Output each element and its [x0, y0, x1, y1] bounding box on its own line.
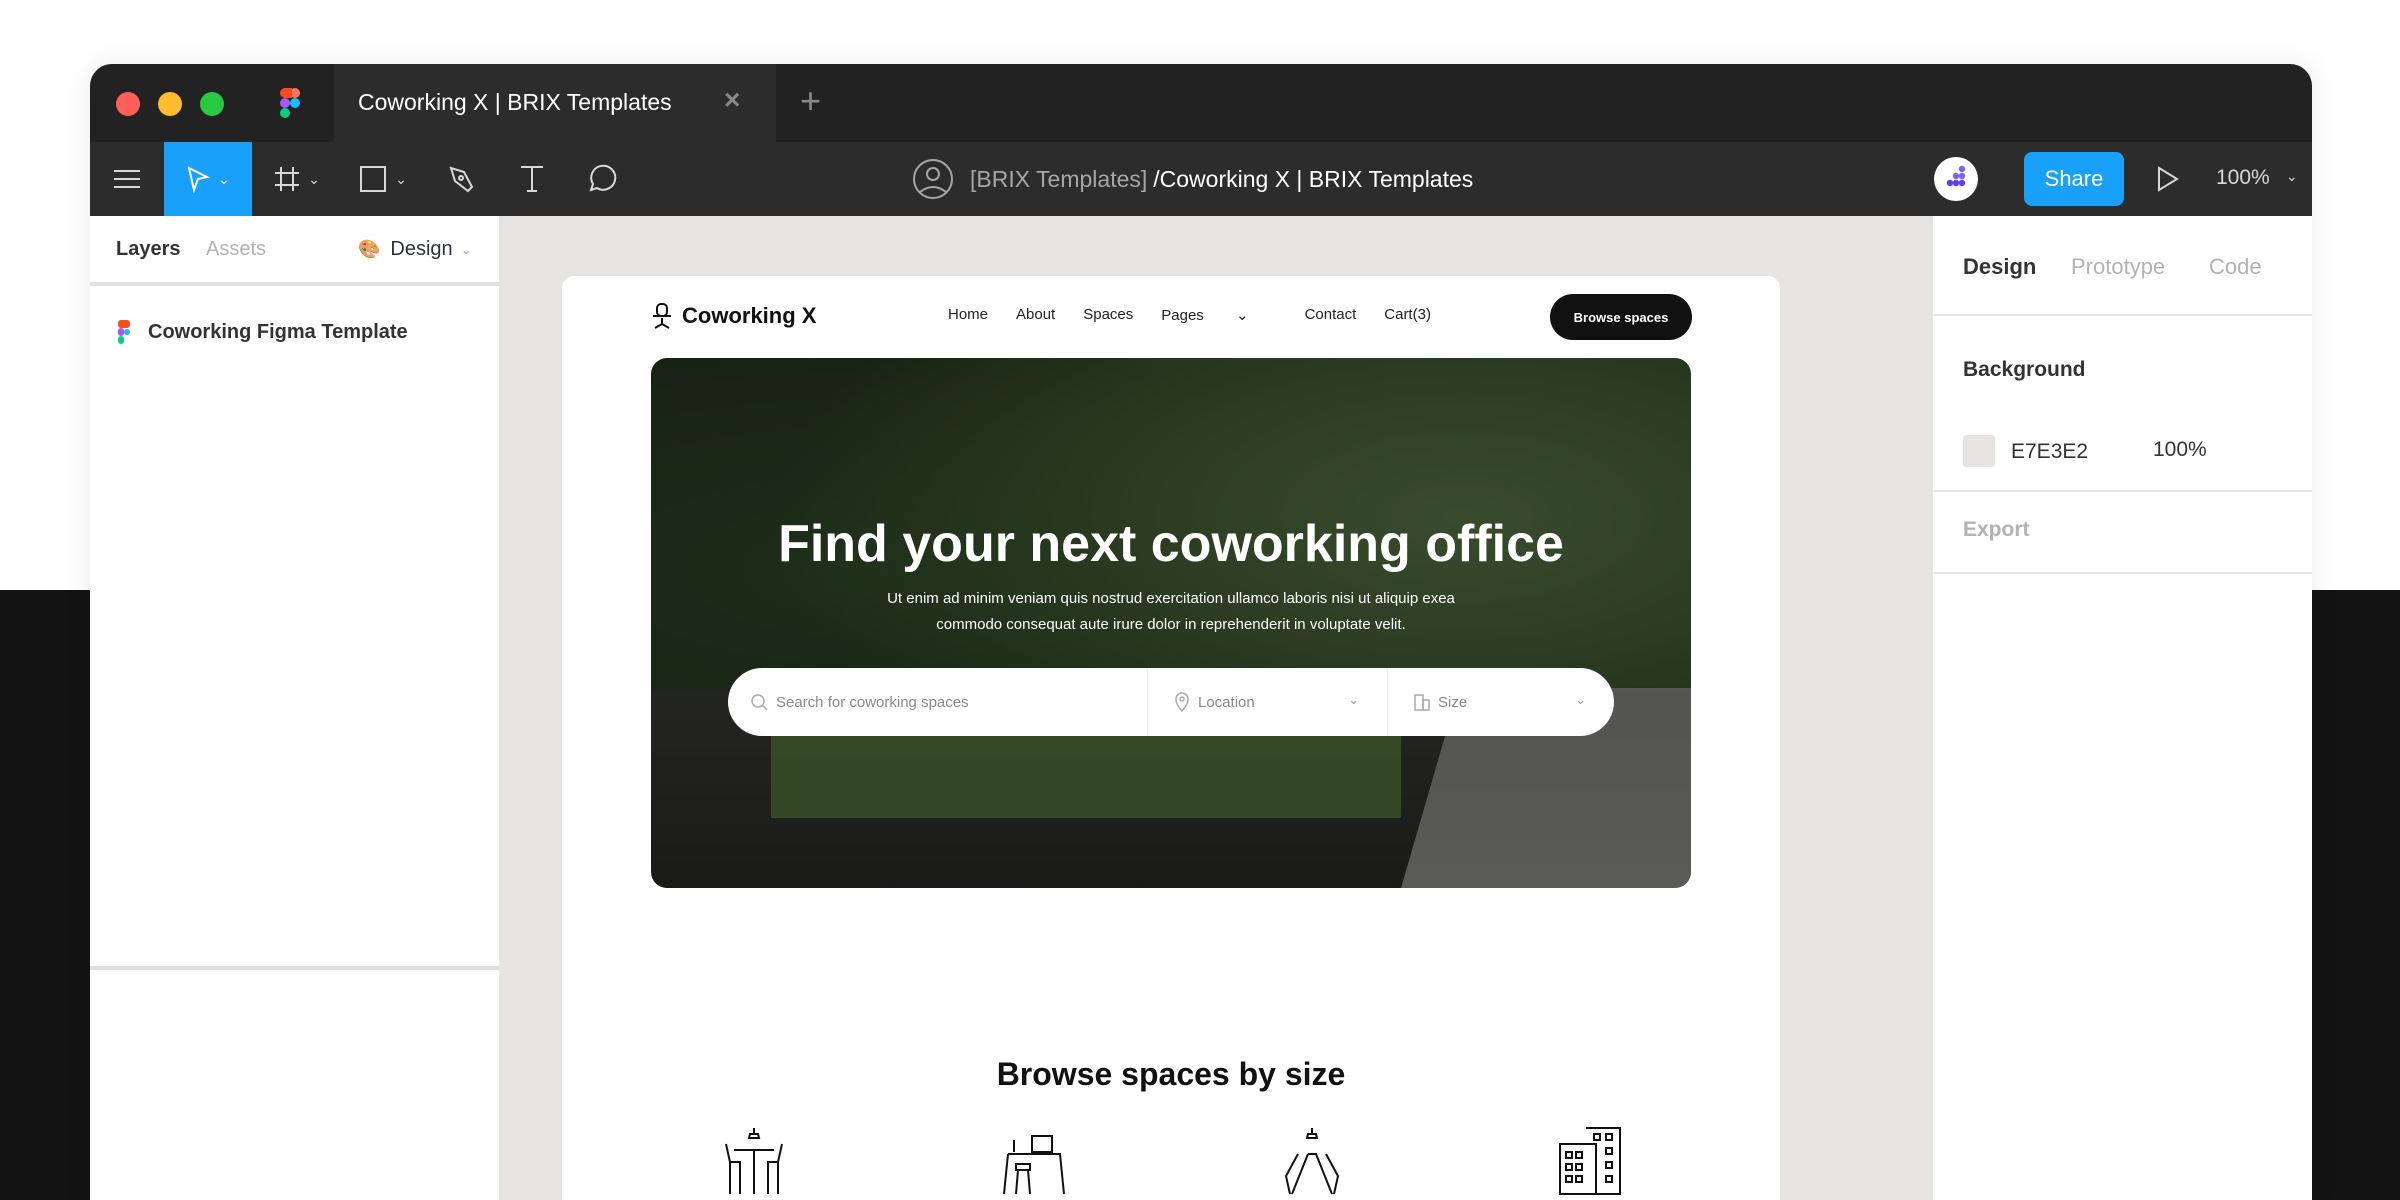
left-panel-tabs: Layers Assets 🎨 Design ⌄ [90, 216, 499, 286]
pen-tool-button[interactable] [440, 142, 484, 216]
frame-icon [275, 167, 300, 191]
background-color-swatch[interactable] [1963, 435, 1995, 467]
section-title: Browse spaces by size [996, 1056, 1346, 1092]
site-logo-text: Coworking X [682, 303, 817, 328]
search-input[interactable]: Search for coworking spaces [728, 668, 1148, 736]
location-select[interactable]: Location ⌄ [1148, 668, 1388, 736]
location-pin-icon [1175, 692, 1189, 712]
figma-icon[interactable] [280, 88, 300, 120]
site-nav-links: Home About Spaces Pages ⌄ Contact Cart(3… [948, 306, 1459, 324]
main-menu-button[interactable] [90, 142, 164, 216]
meeting-room-icon[interactable] [1280, 1126, 1344, 1196]
comment-tool-button[interactable] [578, 142, 624, 216]
layer-item[interactable]: Coworking Figma Template [118, 320, 408, 344]
nav-pages-label: Pages [1161, 307, 1204, 324]
dots-logo-icon [1946, 165, 1966, 187]
chevron-down-icon: ⌄ [1575, 692, 1586, 707]
panel-divider [90, 966, 499, 970]
export-title: Export [1963, 518, 2030, 541]
hero-subtitle-line-2: commodo consequat aute irure dolor in re… [936, 616, 1406, 633]
breadcrumb-team[interactable]: [BRIX Templates] [970, 166, 1147, 193]
palette-icon: 🎨 [358, 239, 381, 259]
office-chair-icon [653, 303, 671, 329]
tab-code[interactable]: Code [2209, 254, 2262, 280]
close-tab-icon[interactable]: × [724, 84, 740, 116]
desk-icon[interactable] [1002, 1126, 1066, 1196]
right-panel-tabs: Design Prototype Code [1933, 216, 2312, 316]
site-navbar: Coworking X Home About Spaces Pages ⌄ Co… [562, 276, 1780, 358]
file-tab-label: Coworking X | BRIX Templates [358, 89, 672, 115]
move-tool-button[interactable]: ⌄ [164, 142, 252, 216]
background-opacity-input[interactable]: 100% [2153, 438, 2207, 462]
chevron-down-icon[interactable]: ⌄ [2286, 168, 2298, 185]
nav-contact[interactable]: Contact [1305, 306, 1357, 324]
canvas[interactable]: Coworking X Home About Spaces Pages ⌄ Co… [500, 216, 1932, 1200]
design-frame[interactable]: Coworking X Home About Spaces Pages ⌄ Co… [562, 276, 1780, 1200]
page-selector[interactable]: 🎨 Design ⌄ [358, 238, 472, 261]
tab-assets[interactable]: Assets [206, 238, 266, 261]
tab-design[interactable]: Design [1963, 254, 2036, 280]
user-avatar[interactable] [1934, 157, 1978, 201]
nav-home[interactable]: Home [948, 306, 988, 324]
present-play-icon[interactable] [2156, 166, 2180, 192]
table-icon[interactable] [722, 1126, 786, 1196]
layer-label: Coworking Figma Template [148, 320, 408, 343]
toolbar: ⌄ ⌄ ⌄ [BRIX Templates] /Coworking X | BR… [90, 142, 2312, 216]
search-placeholder: Search for coworking spaces [776, 693, 969, 711]
hamburger-icon [114, 170, 140, 188]
layers-panel: Layers Assets 🎨 Design ⌄ Coworking Figma… [90, 216, 500, 1200]
frame-tool-button[interactable]: ⌄ [266, 142, 328, 216]
tab-prototype[interactable]: Prototype [2071, 254, 2165, 280]
office-building-icon[interactable] [1558, 1126, 1622, 1196]
hero-title: Find your next coworking office [778, 515, 1564, 573]
building-icon [1414, 694, 1430, 711]
pen-icon [449, 166, 474, 193]
search-bar: Search for coworking spaces Location ⌄ S… [728, 668, 1614, 736]
text-icon [521, 166, 543, 192]
tab-layers[interactable]: Layers [116, 238, 181, 261]
background-section: Background E7E3E2 100% [1933, 316, 2312, 492]
nav-pages[interactable]: Pages ⌄ [1161, 306, 1276, 324]
chevron-down-icon: ⌄ [1348, 692, 1359, 707]
rectangle-icon [360, 166, 387, 192]
search-icon [751, 694, 768, 711]
maximize-window-button[interactable] [200, 92, 224, 116]
comment-icon [589, 164, 617, 192]
text-tool-button[interactable] [510, 142, 554, 216]
nav-spaces[interactable]: Spaces [1083, 306, 1133, 324]
title-bar: Coworking X | BRIX Templates × + [90, 64, 2312, 142]
figma-icon [118, 320, 130, 344]
size-select[interactable]: Size ⌄ [1388, 668, 1614, 736]
hero-lawn [771, 728, 1401, 818]
size-label: Size [1438, 693, 1468, 711]
background-hex-input[interactable]: E7E3E2 [2011, 440, 2088, 464]
breadcrumb: [BRIX Templates] /Coworking X | BRIX Tem… [912, 142, 1473, 216]
hero-subtitle-line-1: Ut enim ad minim veniam quis nostrud exe… [887, 590, 1455, 607]
zoom-level[interactable]: 100% [2216, 166, 2270, 190]
browse-spaces-button[interactable]: Browse spaces [1550, 294, 1692, 340]
share-button[interactable]: Share [2024, 152, 2124, 206]
minimize-window-button[interactable] [158, 92, 182, 116]
location-label: Location [1198, 693, 1255, 711]
site-logo[interactable]: Coworking X [650, 302, 816, 330]
export-section: Export + [1933, 492, 2312, 574]
properties-panel: Design Prototype Code Background E7E3E2 … [1932, 216, 2312, 1200]
shape-tool-button[interactable]: ⌄ [352, 142, 414, 216]
hero-subtitle: Ut enim ad minim veniam quis nostrud exe… [851, 586, 1491, 638]
hero-image: Find your next coworking office Ut enim … [651, 358, 1691, 888]
page-selector-label: Design [390, 238, 453, 260]
nav-cart[interactable]: Cart(3) [1384, 306, 1431, 324]
background-title: Background [1963, 358, 2086, 381]
close-window-button[interactable] [116, 92, 140, 116]
breadcrumb-file[interactable]: /Coworking X | BRIX Templates [1153, 166, 1473, 193]
team-avatar-icon[interactable] [912, 158, 954, 200]
chevron-down-icon: ⌄ [1235, 307, 1249, 324]
new-tab-icon[interactable]: + [800, 80, 821, 122]
figma-window: Coworking X | BRIX Templates × + ⌄ ⌄ ⌄ [… [90, 64, 2312, 1200]
nav-about[interactable]: About [1016, 306, 1055, 324]
file-tab[interactable]: Coworking X | BRIX Templates × [334, 64, 776, 142]
chevron-down-icon: ⌄ [460, 241, 472, 257]
cursor-icon [187, 166, 211, 193]
